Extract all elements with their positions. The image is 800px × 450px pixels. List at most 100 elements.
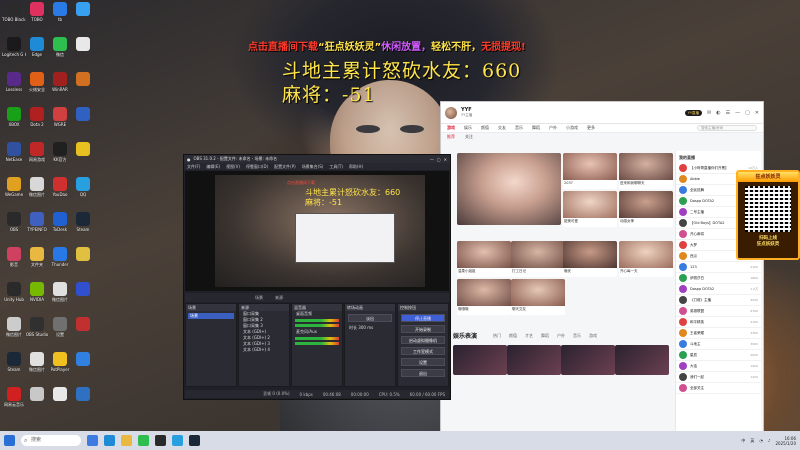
control-button[interactable]: 启动虚拟摄像机 bbox=[401, 336, 445, 344]
maximize-icon[interactable]: ▢ bbox=[437, 157, 441, 162]
obs-menu-item[interactable]: 场景集合(S) bbox=[302, 164, 324, 170]
minimize-icon[interactable]: — bbox=[430, 157, 434, 162]
sidebar-item[interactable]: Dospp DOTA2 1.2万 bbox=[676, 284, 761, 295]
stream-thumbnail[interactable]: 哦哦哦 bbox=[457, 279, 511, 315]
performance-thumbnail[interactable] bbox=[561, 345, 615, 375]
desktop-icon[interactable]: 网易游戏 bbox=[25, 142, 49, 162]
desktop-icon[interactable] bbox=[71, 142, 95, 157]
desktop-icon[interactable] bbox=[71, 317, 95, 332]
desktop-icon[interactable]: KK官方 bbox=[48, 142, 72, 162]
sidebar-item[interactable]: 123 2100 bbox=[676, 262, 761, 273]
stream-thumbnail[interactable]: 开心每一天 bbox=[619, 241, 673, 277]
tab-recommend[interactable]: 推荐 bbox=[447, 134, 455, 140]
section-tab[interactable]: 游戏 bbox=[589, 333, 597, 339]
desktop-icon[interactable] bbox=[48, 387, 72, 402]
sidebar-item[interactable]: 伊丽莎白 1800 bbox=[676, 273, 761, 284]
desktop-icon[interactable]: Steam bbox=[2, 352, 26, 372]
desktop-icon[interactable]: Steam bbox=[71, 212, 95, 232]
desktop-icon[interactable] bbox=[71, 247, 95, 262]
sidebar-item[interactable]: 大话 1900 bbox=[676, 361, 761, 372]
volume-icon[interactable]: ♪ bbox=[768, 438, 771, 443]
performance-thumbnail[interactable] bbox=[615, 345, 669, 375]
nav-tab[interactable]: 户外 bbox=[549, 125, 557, 131]
search-input[interactable]: 搜索主播/房间 bbox=[697, 125, 757, 131]
tab-follow[interactable]: 关注 bbox=[465, 134, 473, 140]
wifi-icon[interactable]: ◔ bbox=[759, 438, 763, 443]
control-button[interactable]: 工作室模式 bbox=[401, 347, 445, 355]
nav-tab[interactable]: 娱乐 bbox=[464, 125, 472, 131]
desktop-icon[interactable]: 微信 bbox=[48, 37, 72, 57]
sidebar-item[interactable]: 星辰 2600 bbox=[676, 350, 761, 361]
desktop-icon[interactable]: ToDesk bbox=[48, 212, 72, 232]
clock[interactable]: 16:06 2025/1/20 bbox=[775, 436, 796, 446]
desktop-icon[interactable]: 微信图片 bbox=[25, 177, 49, 197]
stream-thumbnail[interactable]: 聊天交友 bbox=[511, 279, 565, 315]
nav-tab[interactable]: 更多 bbox=[587, 125, 595, 131]
desktop-icon[interactable] bbox=[71, 387, 95, 402]
sidebar-item[interactable]: 英雄联盟 6700 bbox=[676, 306, 761, 317]
section-tab[interactable]: 颜值 bbox=[509, 333, 517, 339]
desktop-icon[interactable]: 网易云音乐 bbox=[2, 387, 26, 407]
minimize-icon[interactable]: — bbox=[735, 110, 740, 116]
desktop-icon[interactable]: Unity Hub bbox=[2, 282, 26, 302]
edge-icon[interactable] bbox=[104, 435, 115, 446]
scene-item[interactable]: 场景 bbox=[188, 313, 234, 319]
obs-menu-item[interactable]: 配置文件(P) bbox=[274, 164, 296, 170]
desktop-icon[interactable]: 影音 bbox=[2, 247, 26, 267]
desktop-icon[interactable]: 微信图片 bbox=[48, 282, 72, 302]
sidebar-item[interactable]: 斗地主 3900 bbox=[676, 339, 761, 350]
nav-tab[interactable]: 游戏 bbox=[447, 125, 455, 131]
avatar[interactable] bbox=[445, 106, 457, 119]
section-tab[interactable]: 户外 bbox=[557, 333, 565, 339]
steam-icon[interactable] bbox=[189, 435, 200, 446]
section-tab[interactable]: 音乐 bbox=[573, 333, 581, 339]
desktop-icon[interactable]: YouDao bbox=[48, 177, 72, 197]
taskview-icon[interactable] bbox=[87, 435, 98, 446]
desktop-icon[interactable]: OBS bbox=[2, 212, 26, 232]
obs-menu-item[interactable]: 停靠窗口(D) bbox=[246, 164, 268, 170]
desktop-icon[interactable]: 火绒安全 bbox=[25, 72, 49, 92]
nav-tab[interactable]: 交友 bbox=[498, 125, 506, 131]
menu-icon[interactable]: ☰ bbox=[726, 110, 730, 116]
obs-menu-item[interactable]: 帮助(H) bbox=[349, 164, 363, 170]
obs-icon[interactable] bbox=[155, 435, 166, 446]
taskbar-search[interactable]: 搜索 bbox=[21, 435, 81, 446]
desktop-icon[interactable]: WinRAR bbox=[48, 72, 72, 92]
sidebar-item[interactable]: 全部关注 bbox=[676, 383, 761, 394]
section-tab[interactable]: 才艺 bbox=[525, 333, 533, 339]
desktop-icon[interactable]: PotPlayer bbox=[48, 352, 72, 372]
mixer-meter[interactable] bbox=[295, 342, 339, 345]
stream-thumbnail[interactable]: 温柔小姐姐 bbox=[457, 241, 511, 277]
stream-thumbnail[interactable]: 进来和我聊聊天 bbox=[619, 153, 673, 189]
stream-thumbnail[interactable]: 甜美可爱 bbox=[563, 191, 617, 227]
skin-icon[interactable]: ◐ bbox=[716, 110, 720, 116]
nav-tab[interactable]: 音乐 bbox=[515, 125, 523, 131]
obs-preview[interactable]: 点击直播间下载 斗地主累计怒砍水友：660 麻将：-51 bbox=[185, 171, 449, 291]
wechat-icon[interactable] bbox=[138, 435, 149, 446]
desktop-icon[interactable] bbox=[71, 282, 95, 297]
close-icon[interactable]: ✕ bbox=[444, 157, 447, 162]
yy-live-pill[interactable]: YY直播 bbox=[684, 109, 702, 116]
sidebar-item[interactable]: 我们一起 1200 bbox=[676, 372, 761, 383]
desktop-icon[interactable]: OBS Studio bbox=[25, 317, 49, 337]
desktop-icon[interactable]: Thunder bbox=[48, 247, 72, 267]
obs-menu-item[interactable]: 编辑(E) bbox=[206, 164, 220, 170]
mixer-meter[interactable] bbox=[295, 337, 339, 340]
stream-thumbnail[interactable]: 打工日记 bbox=[511, 241, 565, 277]
mixer-meter[interactable] bbox=[295, 319, 339, 322]
desktop-icon[interactable]: TOBO Black Badger bbox=[2, 2, 26, 22]
desktop-icon[interactable] bbox=[71, 107, 95, 122]
desktop-icon[interactable]: NetEase bbox=[2, 142, 26, 162]
desktop-icon[interactable] bbox=[71, 72, 95, 87]
desktop-icon[interactable] bbox=[25, 387, 49, 402]
mixer-meter[interactable] bbox=[295, 324, 339, 327]
sidebar-item[interactable]: 《刀塔》主播 9500 bbox=[676, 295, 761, 306]
mail-icon[interactable]: ✉ bbox=[707, 110, 711, 116]
control-button[interactable]: 退出 bbox=[401, 369, 445, 377]
desktop-icon[interactable]: Dota 2 bbox=[25, 107, 49, 127]
desktop-icon[interactable]: 设置 bbox=[48, 317, 72, 337]
stream-thumbnail[interactable]: 晚安 bbox=[563, 241, 617, 277]
desktop-icon[interactable]: tb bbox=[48, 2, 72, 22]
desktop-icon[interactable]: WeGame bbox=[2, 177, 26, 197]
tray-ime[interactable]: 中 bbox=[741, 438, 745, 444]
